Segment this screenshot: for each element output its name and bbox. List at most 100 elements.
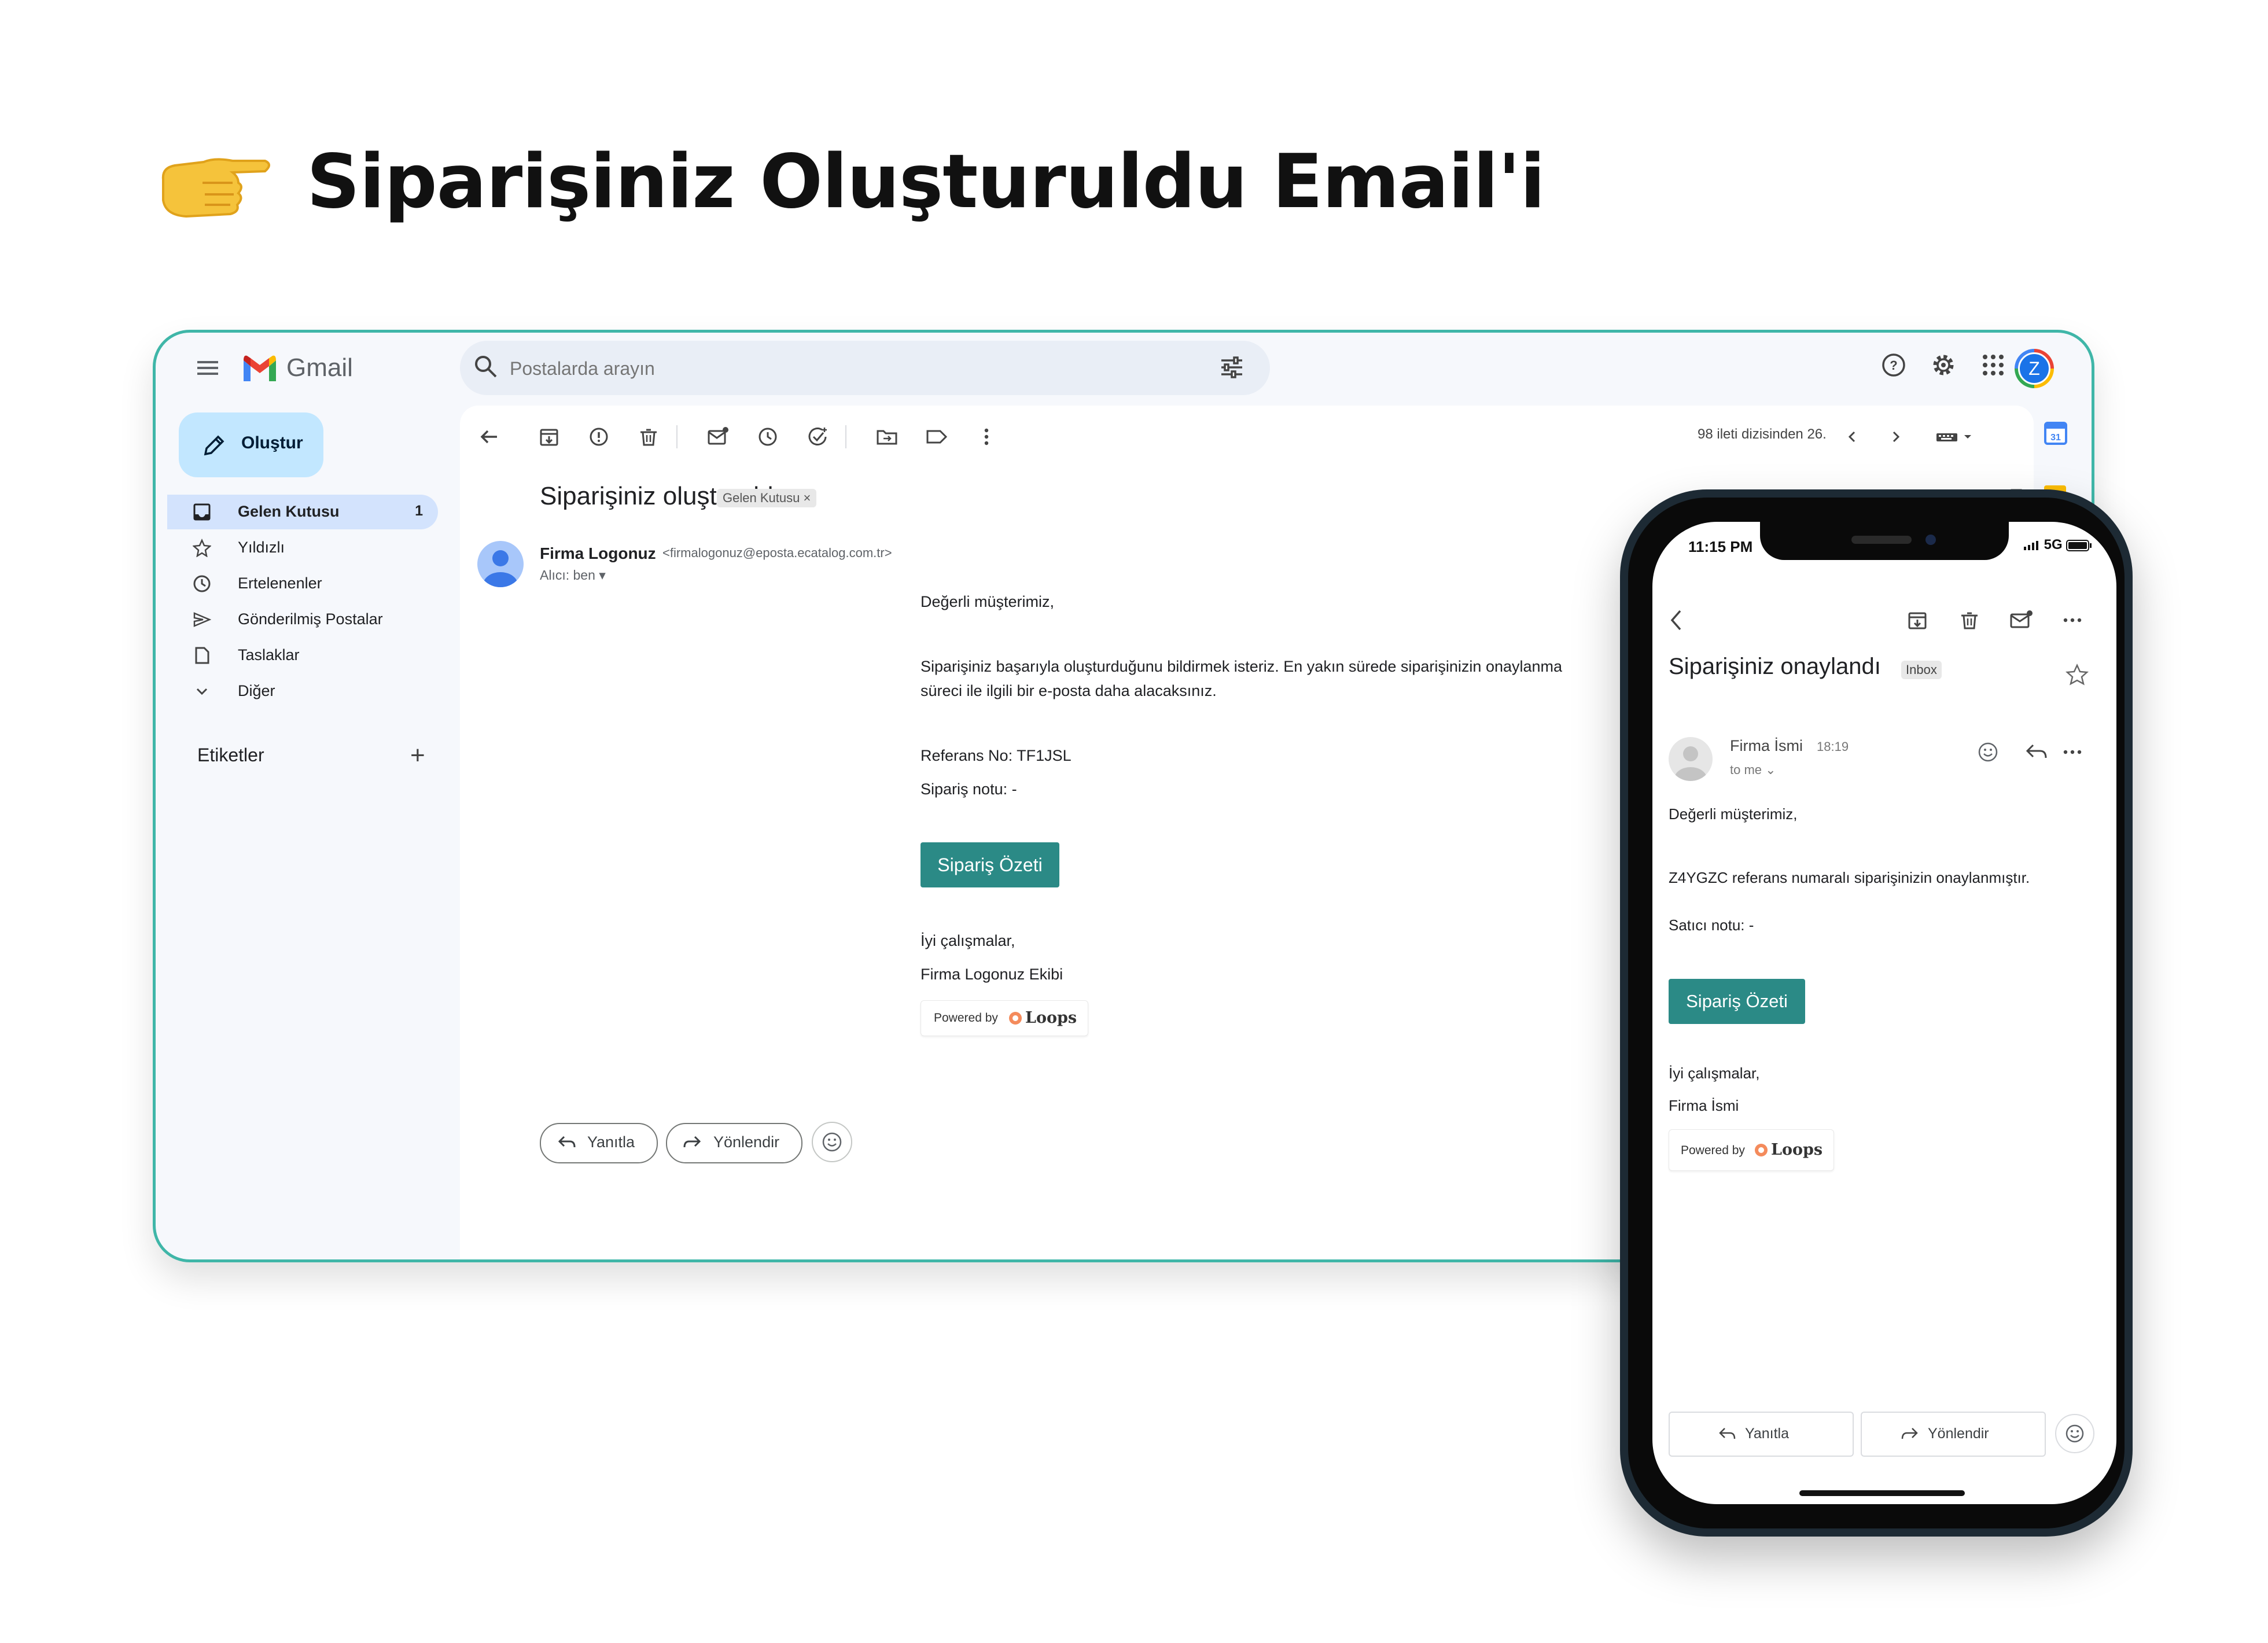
reply-button[interactable]: Yanıtla bbox=[1669, 1412, 1854, 1457]
snooze-clock-icon[interactable] bbox=[756, 425, 779, 448]
chevron-down-icon bbox=[193, 682, 211, 701]
delete-icon[interactable] bbox=[637, 425, 660, 448]
nav-item-more[interactable]: Diğer bbox=[167, 674, 438, 709]
emoji-reaction-button[interactable] bbox=[812, 1122, 852, 1162]
add-label-icon[interactable]: + bbox=[410, 741, 425, 770]
email-closing: İyi çalışmalar, bbox=[921, 932, 1015, 949]
older-chevron-icon[interactable] bbox=[1884, 425, 1908, 448]
labels-heading: Etiketler bbox=[197, 745, 264, 765]
account-avatar[interactable]: Z bbox=[2015, 349, 2054, 388]
recipient-dropdown-icon[interactable]: ⌄ bbox=[1765, 762, 1776, 777]
help-icon[interactable]: ? bbox=[1881, 352, 1906, 378]
folder-chip: Inbox bbox=[1901, 661, 1942, 679]
mark-unread-icon[interactable] bbox=[706, 425, 730, 448]
seller-note: Satıcı notu: - bbox=[1669, 916, 1754, 934]
order-note: Sipariş notu: - bbox=[921, 780, 1017, 798]
nav-label-snoozed: Ertelenenler bbox=[238, 574, 322, 592]
compose-button[interactable]: Oluştur bbox=[179, 412, 323, 477]
nav-item-inbox[interactable]: Gelen Kutusu 1 bbox=[167, 495, 438, 529]
nav-label-drafts: Taslaklar bbox=[238, 646, 300, 664]
recipient-text: to me bbox=[1730, 762, 1762, 777]
settings-gear-icon[interactable] bbox=[1931, 352, 1956, 378]
input-tools-icon[interactable] bbox=[1934, 425, 1975, 448]
star-icon[interactable] bbox=[2066, 663, 2089, 686]
recipient-line[interactable]: Alıcı: ben ▾ bbox=[540, 568, 606, 583]
nav-item-sent[interactable]: Gönderilmiş Postalar bbox=[167, 602, 438, 637]
reply-arrow-icon bbox=[557, 1134, 576, 1151]
order-summary-button[interactable]: Sipariş Özeti bbox=[1669, 979, 1805, 1024]
status-network: 5G bbox=[2023, 537, 2093, 553]
forward-arrow-icon bbox=[1901, 1427, 1919, 1442]
forward-button[interactable]: Yönlendir bbox=[666, 1123, 802, 1163]
status-time: 11:15 PM bbox=[1688, 538, 1753, 555]
draft-icon bbox=[193, 646, 211, 665]
remove-label-icon[interactable]: × bbox=[803, 491, 811, 505]
email-closing: İyi çalışmalar, bbox=[1669, 1064, 1760, 1082]
clock-icon bbox=[193, 574, 211, 593]
recipient-line[interactable]: to me ⌄ bbox=[1730, 762, 1776, 778]
more-vert-icon[interactable] bbox=[975, 425, 998, 448]
email-subject: Siparişiniz onaylandı bbox=[1669, 654, 1881, 679]
recipient-dropdown-icon[interactable]: ▾ bbox=[599, 568, 606, 583]
pagination-count: 98 ileti dizisinden 26. bbox=[1698, 426, 1827, 442]
label-tag-icon[interactable] bbox=[925, 425, 948, 448]
calendar-app-icon[interactable]: 31 bbox=[2044, 422, 2067, 445]
powered-by-loops-badge[interactable]: Powered by Loops bbox=[921, 1000, 1088, 1036]
order-summary-button[interactable]: Sipariş Özeti bbox=[921, 842, 1059, 887]
phone-mockup: 11:15 PM 5G Siparişiniz onaylandı Inbox … bbox=[1620, 489, 2133, 1537]
apps-grid-icon[interactable] bbox=[1980, 352, 2006, 378]
emoji-reaction-button[interactable] bbox=[2055, 1414, 2094, 1453]
more-horiz-icon[interactable] bbox=[2061, 609, 2084, 632]
phone-screen: 11:15 PM 5G Siparişiniz onaylandı Inbox … bbox=[1652, 522, 2116, 1504]
delete-icon[interactable] bbox=[1958, 609, 1981, 632]
toolbar-divider bbox=[845, 425, 846, 448]
search-input[interactable] bbox=[509, 353, 1147, 384]
powered-by-text: Powered by bbox=[934, 1011, 998, 1025]
reply-button[interactable]: Yanıtla bbox=[540, 1123, 658, 1163]
sender-name: Firma Logonuz bbox=[540, 544, 656, 562]
pointing-hand-icon bbox=[152, 145, 273, 226]
menu-icon[interactable] bbox=[196, 359, 219, 377]
forward-label: Yönlendir bbox=[713, 1133, 780, 1151]
reply-arrow-icon[interactable] bbox=[2025, 742, 2048, 762]
speaker-grille bbox=[1851, 536, 1912, 544]
smiley-icon[interactable] bbox=[1976, 741, 2000, 764]
email-greeting: Değerli müşterimiz, bbox=[921, 593, 1055, 610]
back-arrow-icon[interactable] bbox=[477, 425, 500, 448]
search-icon[interactable] bbox=[473, 353, 498, 379]
more-horiz-icon[interactable] bbox=[2061, 742, 2084, 762]
newer-chevron-icon[interactable] bbox=[1840, 425, 1864, 448]
nav-item-snoozed[interactable]: Ertelenenler bbox=[167, 566, 438, 601]
gmail-logo-icon bbox=[241, 355, 278, 384]
add-task-icon[interactable] bbox=[806, 425, 829, 448]
forward-arrow-icon bbox=[683, 1134, 702, 1151]
search-bar[interactable] bbox=[460, 341, 1270, 395]
nav-item-starred[interactable]: Yıldızlı bbox=[167, 531, 438, 565]
sender-avatar bbox=[477, 541, 524, 587]
loops-logo-icon bbox=[1008, 1011, 1023, 1026]
nav-label-starred: Yıldızlı bbox=[238, 539, 285, 556]
smiley-icon bbox=[2064, 1423, 2086, 1445]
search-options-icon[interactable] bbox=[1219, 355, 1245, 380]
loops-brand: Loops bbox=[1025, 1009, 1077, 1027]
reply-label: Yanıtla bbox=[587, 1133, 635, 1151]
mark-unread-icon[interactable] bbox=[2009, 609, 2034, 632]
phone-bezel: 11:15 PM 5G Siparişiniz onaylandı Inbox … bbox=[1628, 498, 2125, 1528]
archive-icon[interactable] bbox=[537, 425, 561, 448]
nav-label-sent: Gönderilmiş Postalar bbox=[238, 610, 383, 628]
phone-notch bbox=[1760, 522, 2009, 560]
loops-brand: Loops bbox=[1771, 1141, 1823, 1159]
inbox-unread-count: 1 bbox=[415, 503, 423, 519]
nav-item-drafts[interactable]: Taslaklar bbox=[167, 638, 438, 673]
email-signature: Firma Logonuz Ekibi bbox=[921, 966, 1063, 983]
back-chevron-icon[interactable] bbox=[1666, 607, 1687, 633]
home-indicator[interactable] bbox=[1799, 1490, 1965, 1496]
reference-number: Referans No: TF1JSL bbox=[921, 747, 1072, 764]
archive-icon[interactable] bbox=[1906, 609, 1929, 632]
report-spam-icon[interactable] bbox=[587, 425, 610, 448]
reply-arrow-icon bbox=[1718, 1427, 1736, 1442]
move-to-icon[interactable] bbox=[875, 425, 899, 448]
forward-button[interactable]: Yönlendir bbox=[1861, 1412, 2046, 1457]
folder-chip[interactable]: Gelen Kutusu × bbox=[717, 489, 817, 507]
powered-by-loops-badge[interactable]: Powered by Loops bbox=[1669, 1129, 1834, 1171]
